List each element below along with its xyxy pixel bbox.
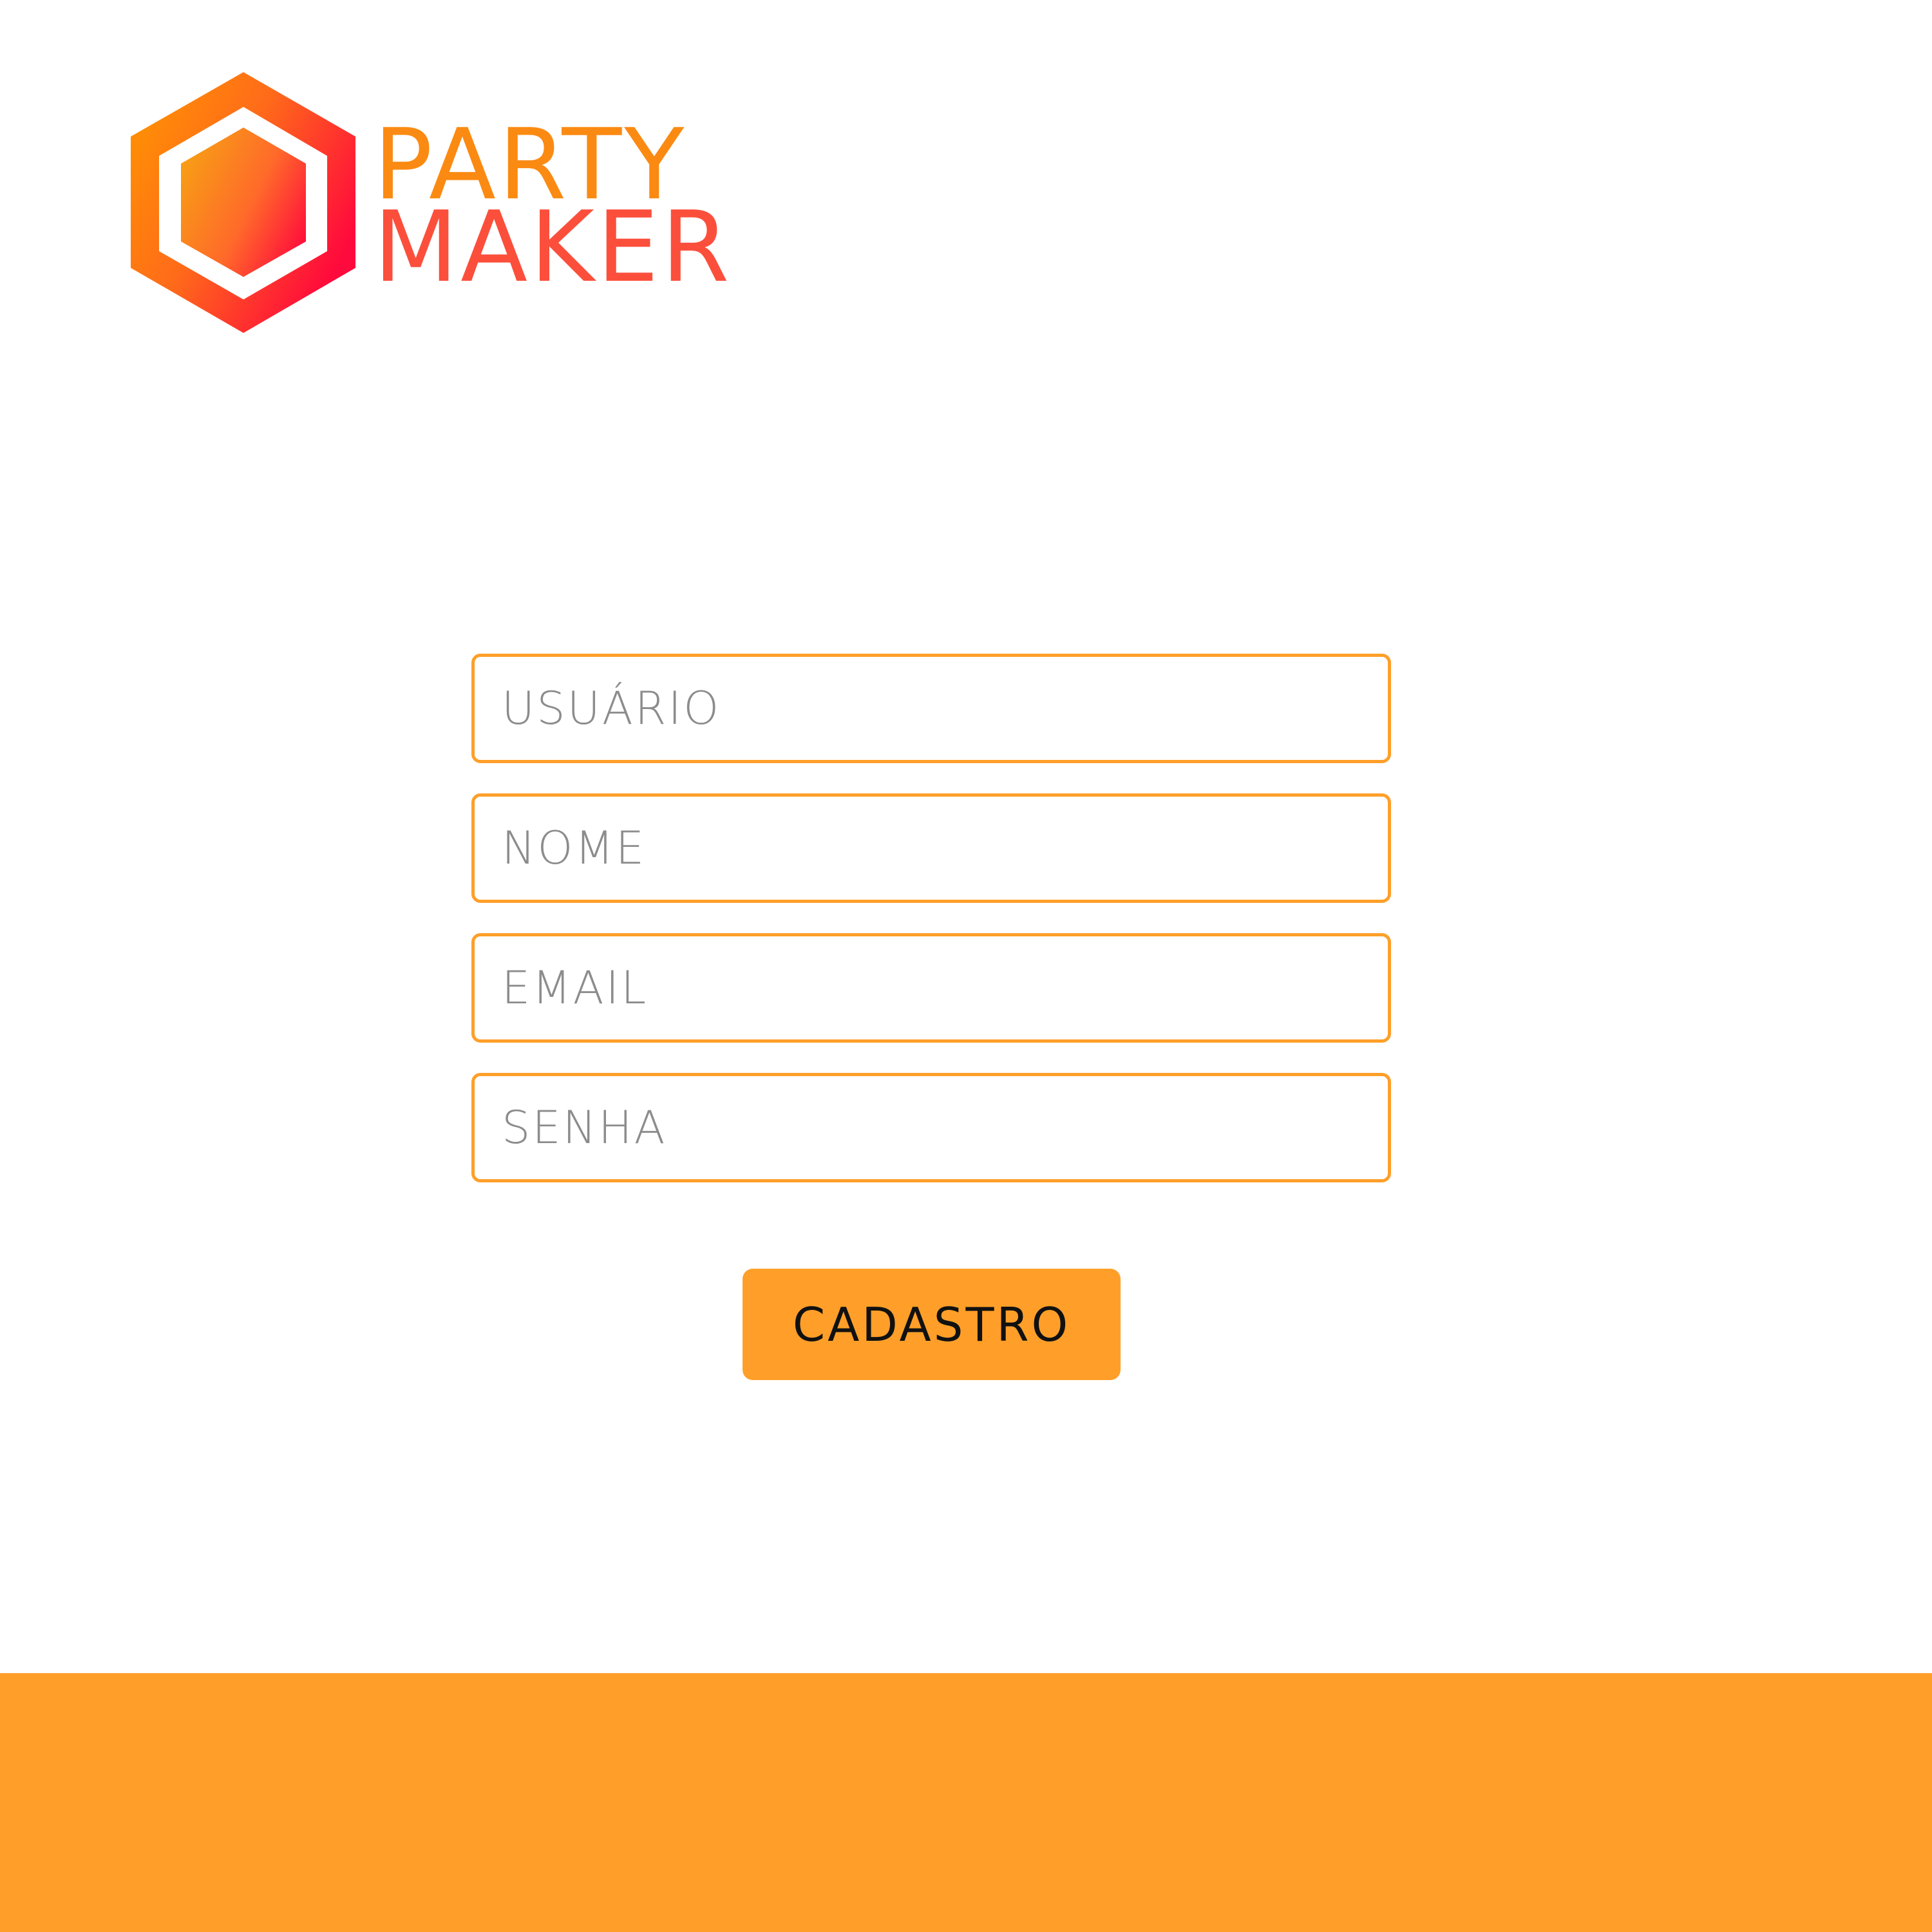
usuario-field-box[interactable]	[471, 654, 1391, 763]
footer-band	[0, 1673, 1932, 1932]
signup-form	[471, 654, 1391, 1213]
cadastro-button[interactable]: CADASTRO	[743, 1269, 1121, 1380]
hexagon-icon	[131, 72, 355, 333]
email-input[interactable]	[502, 936, 1388, 1039]
nome-input[interactable]	[502, 797, 1388, 900]
nome-field-box[interactable]	[471, 793, 1391, 903]
brand-logo: PARTY MAKER	[129, 71, 729, 341]
brand-wordmark: PARTY MAKER	[374, 116, 889, 296]
senha-field-box[interactable]	[471, 1073, 1391, 1182]
brand-line-maker: MAKER	[374, 190, 732, 304]
usuario-input[interactable]	[502, 657, 1388, 760]
email-field-box[interactable]	[471, 933, 1391, 1043]
senha-input[interactable]	[502, 1076, 1388, 1179]
